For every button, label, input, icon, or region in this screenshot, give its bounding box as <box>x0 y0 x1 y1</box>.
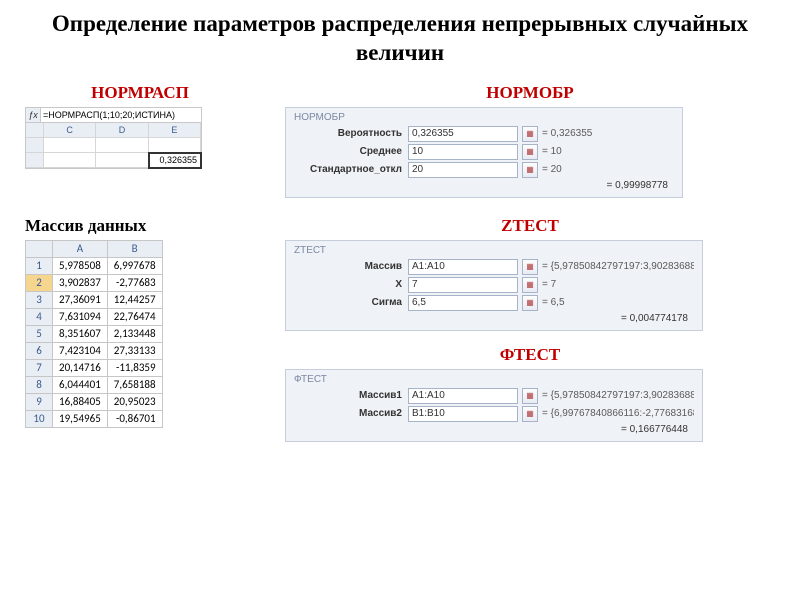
cell[interactable]: 27,33133 <box>107 342 162 359</box>
table-row: 327,3609112,44257 <box>26 291 163 308</box>
arg-echo: = {5,97850842797197:3,90283688221… <box>542 261 694 272</box>
page-title: Определение параметров распределения неп… <box>25 10 775 68</box>
formula-bar-box: ƒx =НОРМРАСП(1;10;20;ИСТИНА) C D E 0,326… <box>25 107 202 169</box>
table-row: 67,42310427,33133 <box>26 342 163 359</box>
arg-label: Массив <box>294 261 404 272</box>
cell[interactable]: 3,902837 <box>53 274 108 291</box>
arg-label: Вероятность <box>294 128 404 139</box>
dialog-title: НОРМОБР <box>294 112 674 123</box>
col-header[interactable]: C <box>44 123 96 138</box>
formula-input[interactable]: =НОРМРАСП(1;10;20;ИСТИНА) <box>40 108 201 122</box>
dialog-result: = 0,99998778 <box>294 180 674 191</box>
row-number[interactable]: 5 <box>26 325 53 342</box>
dialog-normobr: НОРМОБР Вероятность 0,326355 ▦ = 0,32635… <box>285 107 683 198</box>
row-number[interactable]: 10 <box>26 410 53 427</box>
arg-label: X <box>294 279 404 290</box>
cell[interactable]: 7,423104 <box>53 342 108 359</box>
arg-label: Среднее <box>294 146 404 157</box>
label-ftest: ФТЕСТ <box>285 345 775 365</box>
dialog-ftest: ФТЕСТ Массив1 A1:A10 ▦ = {5,978508427971… <box>285 369 703 442</box>
arg-input[interactable]: 6,5 <box>408 295 518 311</box>
arg-label: Сигма <box>294 297 404 308</box>
range-picker-icon[interactable]: ▦ <box>522 388 538 404</box>
table-row: 1019,54965-0,86701 <box>26 410 163 427</box>
arg-echo: = {5,97850842797197:3,9028368822… <box>542 390 694 401</box>
range-picker-icon[interactable]: ▦ <box>522 295 538 311</box>
row-number[interactable]: 2 <box>26 274 53 291</box>
cell[interactable]: 12,44257 <box>107 291 162 308</box>
cell[interactable]: -0,86701 <box>107 410 162 427</box>
arg-echo: = 20 <box>542 164 674 175</box>
dialog-result: = 0,166776448 <box>294 424 694 435</box>
cell[interactable]: 5,978508 <box>53 257 108 274</box>
cell[interactable]: 27,36091 <box>53 291 108 308</box>
range-picker-icon[interactable]: ▦ <box>522 259 538 275</box>
arg-input[interactable]: B1:B10 <box>408 406 518 422</box>
data-array-table: A B 15,9785086,99767823,902837-2,7768332… <box>25 240 163 428</box>
label-normrasp: НОРМРАСП <box>25 83 255 103</box>
label-data-array: Массив данных <box>25 216 255 236</box>
arg-echo: = {6,99767840866116:-2,7768316815… <box>542 408 694 419</box>
label-ztest: ZТЕСТ <box>285 216 775 236</box>
corner-cell[interactable] <box>26 240 53 257</box>
row-number[interactable]: 3 <box>26 291 53 308</box>
arg-input[interactable]: A1:A10 <box>408 388 518 404</box>
col-header[interactable]: D <box>96 123 148 138</box>
row-number[interactable]: 1 <box>26 257 53 274</box>
col-header[interactable]: A <box>53 240 108 257</box>
row-number[interactable]: 4 <box>26 308 53 325</box>
arg-echo: = 10 <box>542 146 674 157</box>
arg-label: Массив1 <box>294 390 404 401</box>
cell[interactable]: -2,77683 <box>107 274 162 291</box>
arg-echo: = 6,5 <box>542 297 694 308</box>
row-number[interactable]: 9 <box>26 393 53 410</box>
cell[interactable]: 7,631094 <box>53 308 108 325</box>
cell[interactable]: 7,658188 <box>107 376 162 393</box>
label-normobr: НОРМОБР <box>285 83 775 103</box>
dialog-title: ФТЕСТ <box>294 374 694 385</box>
arg-label: Стандартное_откл <box>294 164 404 175</box>
arg-input[interactable]: A1:A10 <box>408 259 518 275</box>
cell[interactable]: -11,8359 <box>107 359 162 376</box>
arg-echo: = 0,326355 <box>542 128 674 139</box>
fx-icon[interactable]: ƒx <box>26 110 40 120</box>
range-picker-icon[interactable]: ▦ <box>522 126 538 142</box>
cell[interactable]: 16,88405 <box>53 393 108 410</box>
row-number[interactable]: 6 <box>26 342 53 359</box>
cell[interactable]: 6,044401 <box>53 376 108 393</box>
range-picker-icon[interactable]: ▦ <box>522 406 538 422</box>
cell[interactable]: 22,76474 <box>107 308 162 325</box>
cell[interactable]: 8,351607 <box>53 325 108 342</box>
range-picker-icon[interactable]: ▦ <box>522 162 538 178</box>
table-row: 47,63109422,76474 <box>26 308 163 325</box>
arg-input[interactable]: 7 <box>408 277 518 293</box>
cell[interactable]: 20,95023 <box>107 393 162 410</box>
arg-input[interactable]: 0,326355 <box>408 126 518 142</box>
cell[interactable]: 20,14716 <box>53 359 108 376</box>
table-row: 58,3516072,133448 <box>26 325 163 342</box>
arg-input[interactable]: 20 <box>408 162 518 178</box>
row-number[interactable]: 7 <box>26 359 53 376</box>
table-row: 23,902837-2,77683 <box>26 274 163 291</box>
table-row: 916,8840520,95023 <box>26 393 163 410</box>
range-picker-icon[interactable]: ▦ <box>522 277 538 293</box>
table-row: 86,0444017,658188 <box>26 376 163 393</box>
table-row: 15,9785086,997678 <box>26 257 163 274</box>
dialog-title: ZТЕСТ <box>294 245 694 256</box>
arg-label: Массив2 <box>294 408 404 419</box>
range-picker-icon[interactable]: ▦ <box>522 144 538 160</box>
arg-input[interactable]: 10 <box>408 144 518 160</box>
row-number[interactable]: 8 <box>26 376 53 393</box>
arg-echo: = 7 <box>542 279 694 290</box>
cell[interactable]: 2,133448 <box>107 325 162 342</box>
dialog-ztest: ZТЕСТ Массив A1:A10 ▦ = {5,9785084279719… <box>285 240 703 331</box>
table-row: 720,14716-11,8359 <box>26 359 163 376</box>
cell[interactable]: 6,997678 <box>107 257 162 274</box>
col-header[interactable]: B <box>107 240 162 257</box>
cell[interactable]: 19,54965 <box>53 410 108 427</box>
result-cell[interactable]: 0,326355 <box>149 153 201 168</box>
col-header[interactable]: E <box>149 123 201 138</box>
dialog-result: = 0,004774178 <box>294 313 694 324</box>
